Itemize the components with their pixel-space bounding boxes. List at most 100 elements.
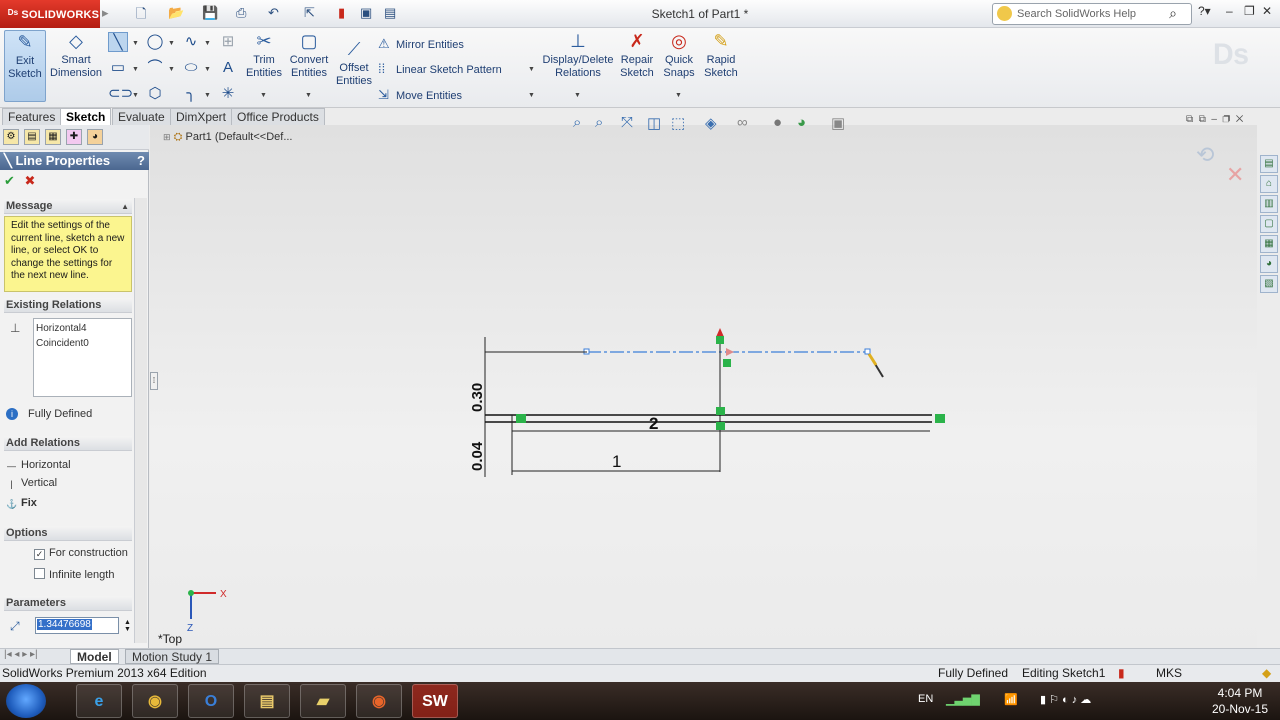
file-explorer-taskbar-icon[interactable]: ▤ <box>244 684 290 718</box>
repair-sketch-button[interactable]: ✗ Repair Sketch <box>618 30 656 80</box>
list-item[interactable]: Coincident0 <box>36 336 129 351</box>
internet-explorer-icon[interactable]: e <box>76 684 122 718</box>
undo-icon[interactable]: ↶ <box>268 5 279 23</box>
add-horizontal-relation[interactable]: — Horizontal <box>6 459 71 473</box>
infinite-length-checkbox[interactable] <box>34 568 45 579</box>
dimension-text-004[interactable]: 0.04 <box>469 441 486 471</box>
move-entities-button[interactable]: ⇲ Move Entities <box>378 87 462 103</box>
fillet-dropdown-icon[interactable]: ▼ <box>204 92 211 99</box>
trim-dropdown-icon[interactable]: ▼ <box>260 92 267 99</box>
close-icon[interactable]: ✕ <box>1262 4 1272 18</box>
tab-evaluate[interactable]: Evaluate <box>112 108 171 125</box>
point-tool-icon[interactable]: ✳ <box>218 84 238 104</box>
linear-sketch-pattern-button[interactable]: ⁞⁞ Linear Sketch Pattern <box>378 61 502 76</box>
relation-marker-icon[interactable] <box>723 359 731 367</box>
convert-entities-button[interactable]: ▢ Convert Entities <box>286 30 332 80</box>
ok-icon[interactable]: ✔ <box>4 173 15 188</box>
rectangle-dropdown-icon[interactable]: ▼ <box>132 66 139 73</box>
rebuild-icon[interactable]: ▮ <box>338 5 345 23</box>
dimension-text-1[interactable]: 1 <box>612 452 621 471</box>
system-clock[interactable]: 4:04 PM 20-Nov-15 <box>1200 685 1280 717</box>
appearances-icon[interactable]: ◕ <box>1260 255 1278 273</box>
quick-snaps-button[interactable]: ◎ Quick Snaps <box>660 30 698 80</box>
search-icon[interactable]: ⌕ <box>1169 5 1177 22</box>
add-fix-relation[interactable]: ⚓ Fix <box>6 497 37 511</box>
arc-dropdown-icon[interactable]: ▼ <box>168 66 175 73</box>
spline-dropdown-icon[interactable]: ▼ <box>204 40 211 47</box>
design-library-icon[interactable]: ▥ <box>1260 195 1278 213</box>
text-tool-icon[interactable]: A <box>218 58 238 78</box>
notification-icon[interactable]: ◆ <box>1262 665 1271 682</box>
relation-marker-icon[interactable] <box>716 407 725 415</box>
tray-icons[interactable]: ▮ ⚐ ◐ ♪ ☁ <box>1040 693 1091 706</box>
relation-marker-icon[interactable] <box>716 336 724 344</box>
spline-tool-icon[interactable]: ∿ <box>181 32 201 52</box>
feature-manager-icon[interactable]: ⚙ <box>3 129 19 145</box>
options-header[interactable]: Options <box>4 526 132 541</box>
outlook-icon[interactable]: O <box>188 684 234 718</box>
relation-marker-icon[interactable] <box>716 422 725 430</box>
circle-tool-icon[interactable]: ◯ <box>145 32 165 52</box>
select-icon[interactable]: ⇱ <box>304 5 315 23</box>
solidworks-taskbar-icon[interactable]: SW <box>412 684 458 718</box>
fillet-tool-icon[interactable]: ╮ <box>181 84 201 104</box>
network-icon[interactable]: 📶 <box>1004 693 1018 706</box>
tab-motion-study[interactable]: Motion Study 1 <box>125 649 220 664</box>
existing-relations-list[interactable]: Horizontal4 Coincident0 <box>33 318 132 397</box>
tab-office-products[interactable]: Office Products <box>231 108 325 125</box>
relation-marker-icon[interactable] <box>516 414 526 423</box>
tab-model[interactable]: Model <box>70 649 119 664</box>
quick-snaps-dropdown-icon[interactable]: ▼ <box>675 92 682 99</box>
add-relations-header[interactable]: Add Relations <box>4 436 132 451</box>
restore-icon[interactable]: ❐ <box>1244 4 1255 18</box>
relation-marker-icon[interactable] <box>935 414 945 423</box>
minimize-icon[interactable]: – <box>1226 4 1233 18</box>
circle-dropdown-icon[interactable]: ▼ <box>168 40 175 47</box>
trim-entities-button[interactable]: ✂ Trim Entities <box>244 30 284 80</box>
resources-icon[interactable]: ▤ <box>1260 155 1278 173</box>
for-construction-option[interactable]: ✓ For construction <box>34 547 128 560</box>
mirror-entities-button[interactable]: ⚠ Mirror Entities <box>378 36 464 52</box>
add-vertical-relation[interactable]: | Vertical <box>6 477 57 491</box>
parameters-header[interactable]: Parameters <box>4 596 132 611</box>
home-icon[interactable]: ⌂ <box>1260 175 1278 193</box>
print-icon[interactable]: ⎙ <box>236 5 246 23</box>
file-explorer-icon[interactable]: ▢ <box>1260 215 1278 233</box>
battery-meter-icon[interactable]: ▁▃▅▇ <box>946 693 980 706</box>
options-icon[interactable]: ▤ <box>384 5 396 23</box>
pattern-dropdown-icon[interactable]: ▼ <box>528 66 535 73</box>
rapid-sketch-button[interactable]: ✎ Rapid Sketch <box>702 30 740 80</box>
rectangle-tool-icon[interactable]: ▭ <box>108 58 128 78</box>
new-document-icon[interactable]: 🗋 <box>136 5 146 23</box>
slot-dropdown-icon[interactable]: ▼ <box>132 92 139 99</box>
ellipse-dropdown-icon[interactable]: ▼ <box>204 66 211 73</box>
exit-sketch-button[interactable]: ✎ Exit Sketch <box>4 30 46 102</box>
for-construction-checkbox[interactable]: ✓ <box>34 549 45 560</box>
property-manager-icon[interactable]: ▤ <box>24 129 40 145</box>
units-label[interactable]: MKS <box>1156 665 1182 682</box>
help-icon[interactable]: ?▾ <box>1198 4 1211 18</box>
polygon-tool-icon[interactable]: ⬡ <box>145 84 165 104</box>
tab-features[interactable]: Features <box>2 108 62 125</box>
sketch-canvas[interactable]: 0.30 0.04 2 1 X Z <box>150 125 1257 648</box>
smart-dimension-button[interactable]: ◇ Smart Dimension <box>50 30 102 80</box>
configuration-manager-icon[interactable]: ▦ <box>45 129 61 145</box>
existing-relations-header[interactable]: Existing Relations <box>4 298 132 313</box>
display-manager-icon[interactable]: ◕ <box>87 129 103 145</box>
convert-dropdown-icon[interactable]: ▼ <box>305 92 312 99</box>
language-indicator[interactable]: EN <box>918 693 933 705</box>
dimxpert-manager-icon[interactable]: ✚ <box>66 129 82 145</box>
message-section-header[interactable]: Message ▲ <box>4 199 132 214</box>
rebuild-status-icon[interactable]: ▮ <box>1118 665 1125 682</box>
length-input[interactable]: 1.34476698 <box>35 617 119 634</box>
recorder-icon[interactable]: ◉ <box>356 684 402 718</box>
relations-dropdown-icon[interactable]: ▼ <box>574 92 581 99</box>
sketch-grid-icon[interactable]: ⊞ <box>218 32 238 52</box>
slot-tool-icon[interactable]: ⊂⊃ <box>108 84 133 104</box>
custom-properties-icon[interactable]: ▧ <box>1260 275 1278 293</box>
solidworks-logo[interactable]: ᴰˢ SOLIDWORKS <box>0 0 100 28</box>
dimension-text-030[interactable]: 0.30 <box>469 383 486 412</box>
view-palette-icon[interactable]: ▦ <box>1260 235 1278 253</box>
flyout-arrow-icon[interactable]: ▸ <box>102 5 109 23</box>
save-icon[interactable]: 💾 <box>202 5 218 23</box>
